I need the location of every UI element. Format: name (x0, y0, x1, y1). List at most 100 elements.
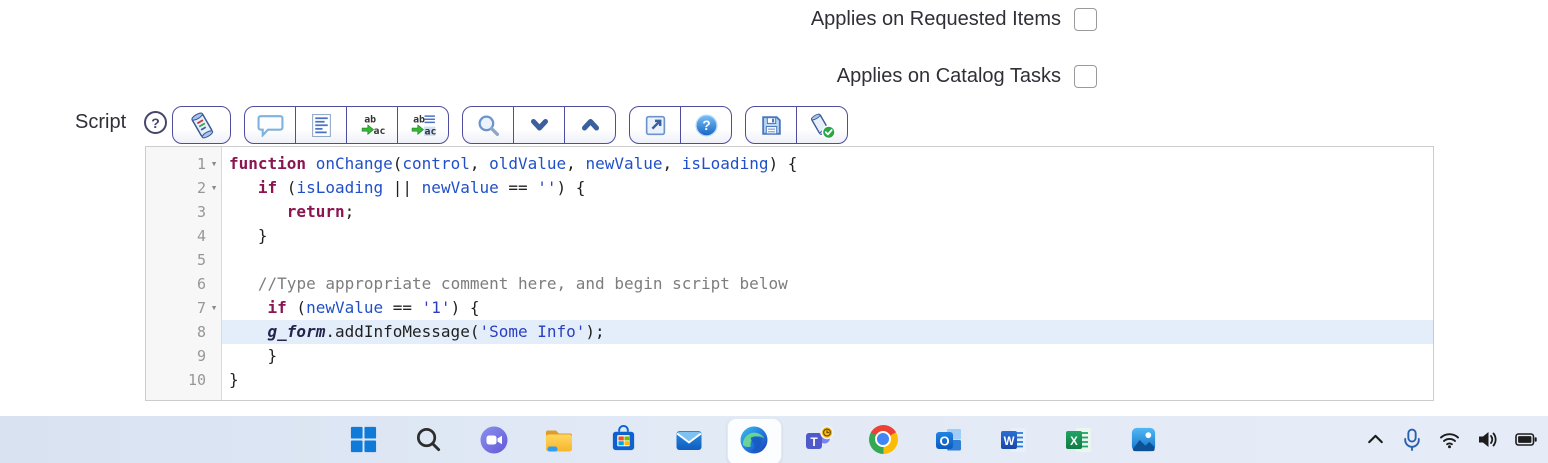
editor-line: 4 } (146, 224, 1433, 248)
svg-text:ab: ab (364, 114, 376, 125)
help-circle-icon: ? (694, 113, 718, 137)
save-button[interactable] (746, 107, 796, 143)
line-number: 2 (196, 179, 206, 197)
script-editor-toolbar: ab ac ab ac ? (172, 106, 848, 144)
code-line[interactable]: if (isLoading || newValue == '') { (222, 176, 1433, 200)
photos-icon (1131, 427, 1156, 452)
line-gutter: 8 (146, 320, 222, 344)
taskbar-store-button[interactable] (608, 424, 639, 455)
system-tray (1365, 416, 1538, 463)
svg-text:ab: ab (413, 114, 425, 125)
line-gutter: 3 (146, 200, 222, 224)
taskbar-mail-button[interactable] (673, 424, 704, 455)
windows-logo-icon (350, 426, 377, 453)
line-number: 5 (196, 251, 206, 269)
code-line[interactable]: } (222, 224, 1433, 248)
line-gutter: 5 (146, 248, 222, 272)
code-line[interactable]: return; (222, 200, 1433, 224)
chevron-down-icon (530, 119, 548, 131)
code-line[interactable] (222, 248, 1433, 272)
popout-icon (645, 115, 665, 135)
line-gutter: 6 (146, 272, 222, 296)
taskbar-teams-button[interactable]: T (803, 424, 834, 455)
open-fullscreen-button[interactable] (630, 107, 680, 143)
applies-catalog-tasks-checkbox[interactable] (1074, 65, 1097, 88)
battery-icon (1515, 433, 1537, 446)
syntax-editor-toggle-button[interactable] (173, 107, 230, 143)
code-line[interactable]: } (222, 368, 1433, 392)
fold-arrow-icon[interactable]: ▾ (206, 176, 222, 200)
taskbar-photos-button[interactable] (1128, 424, 1159, 455)
scroll-icon (190, 112, 213, 139)
mail-envelope-icon (675, 430, 702, 450)
floppy-disk-icon (761, 115, 781, 135)
line-number: 4 (196, 227, 206, 245)
volume-tray-button[interactable] (1476, 429, 1499, 450)
taskbar-file-explorer-button[interactable] (543, 424, 574, 455)
fold-arrow-icon[interactable]: ▾ (206, 152, 222, 176)
taskbar-word-button[interactable]: W (998, 424, 1029, 455)
code-line[interactable]: if (newValue == '1') { (222, 296, 1433, 320)
script-editor[interactable]: 1 ▾ function onChange(control, oldValue, n… (145, 146, 1434, 401)
line-gutter: 1 ▾ (146, 152, 222, 176)
line-number: 8 (196, 323, 206, 341)
battery-tray-button[interactable] (1514, 429, 1538, 450)
teams-away-clock-badge (820, 425, 834, 439)
code-line[interactable]: function onChange(control, oldValue, new… (222, 152, 1433, 176)
svg-text:?: ? (702, 118, 710, 133)
toggle-comment-button[interactable] (245, 107, 295, 143)
svg-text:T: T (810, 434, 818, 448)
magnifier-icon (478, 115, 499, 136)
editor-line: 5 (146, 248, 1433, 272)
line-number: 7 (196, 299, 206, 317)
chat-camera-icon (480, 426, 507, 453)
taskbar-chrome-button[interactable] (868, 424, 899, 455)
format-lines-icon (311, 113, 331, 137)
replace-button[interactable]: ab ac (346, 107, 397, 143)
taskbar-chat-button[interactable] (478, 424, 509, 455)
fold-arrow-icon[interactable]: ▾ (206, 296, 222, 320)
hidden-icons-chevron[interactable] (1365, 429, 1386, 450)
desktop-screen: Applies on Requested Items Applies on Ca… (0, 0, 1548, 463)
format-code-button[interactable] (295, 107, 346, 143)
taskbar-excel-button[interactable]: X (1063, 424, 1094, 455)
scroll-check-icon (810, 113, 836, 139)
replace-icon: ab ac (361, 114, 385, 136)
editor-line: 9 } (146, 344, 1433, 368)
find-next-button[interactable] (513, 107, 564, 143)
code-line[interactable]: g_form.addInfoMessage('Some Info'); (222, 320, 1433, 344)
word-icon: W (1000, 427, 1026, 452)
microphone-tray-button[interactable] (1401, 428, 1423, 451)
applies-requested-items-checkbox[interactable] (1074, 8, 1097, 31)
line-gutter: 10 (146, 368, 222, 392)
find-previous-button[interactable] (564, 107, 615, 143)
svg-text:ac: ac (373, 125, 385, 136)
wifi-tray-button[interactable] (1438, 429, 1461, 450)
taskbar-edge-button[interactable] (727, 418, 782, 463)
teams-icon: T (806, 425, 834, 449)
wifi-icon (1440, 433, 1459, 449)
editor-line: 3 return; (146, 200, 1433, 224)
line-number: 10 (187, 371, 206, 389)
line-number: 1 (196, 155, 206, 173)
line-gutter: 2 ▾ (146, 176, 222, 200)
replace-all-button[interactable]: ab ac (397, 107, 448, 143)
editor-line: 10} (146, 368, 1433, 392)
outlook-icon: O (935, 428, 961, 450)
code-line[interactable]: //Type appropriate comment here, and beg… (222, 272, 1433, 296)
field-label-applies-catalog-tasks: Applies on Catalog Tasks (836, 65, 1061, 87)
comment-bubble-icon (257, 114, 283, 137)
code-line[interactable]: } (222, 344, 1433, 368)
taskbar-outlook-button[interactable]: O (933, 424, 964, 455)
speaker-icon (1479, 432, 1497, 447)
help-button[interactable]: ? (680, 107, 731, 143)
search-button[interactable] (463, 107, 513, 143)
validate-syntax-button[interactable] (796, 107, 847, 143)
start-button[interactable] (348, 424, 379, 455)
field-help-icon[interactable]: ? (144, 111, 167, 134)
editor-line: 8 g_form.addInfoMessage('Some Info'); (146, 320, 1433, 344)
svg-text:O: O (939, 433, 949, 448)
editor-line: 2 ▾ if (isLoading || newValue == '') { (146, 176, 1433, 200)
taskbar-search-button[interactable] (413, 424, 444, 455)
chrome-icon (869, 425, 898, 454)
